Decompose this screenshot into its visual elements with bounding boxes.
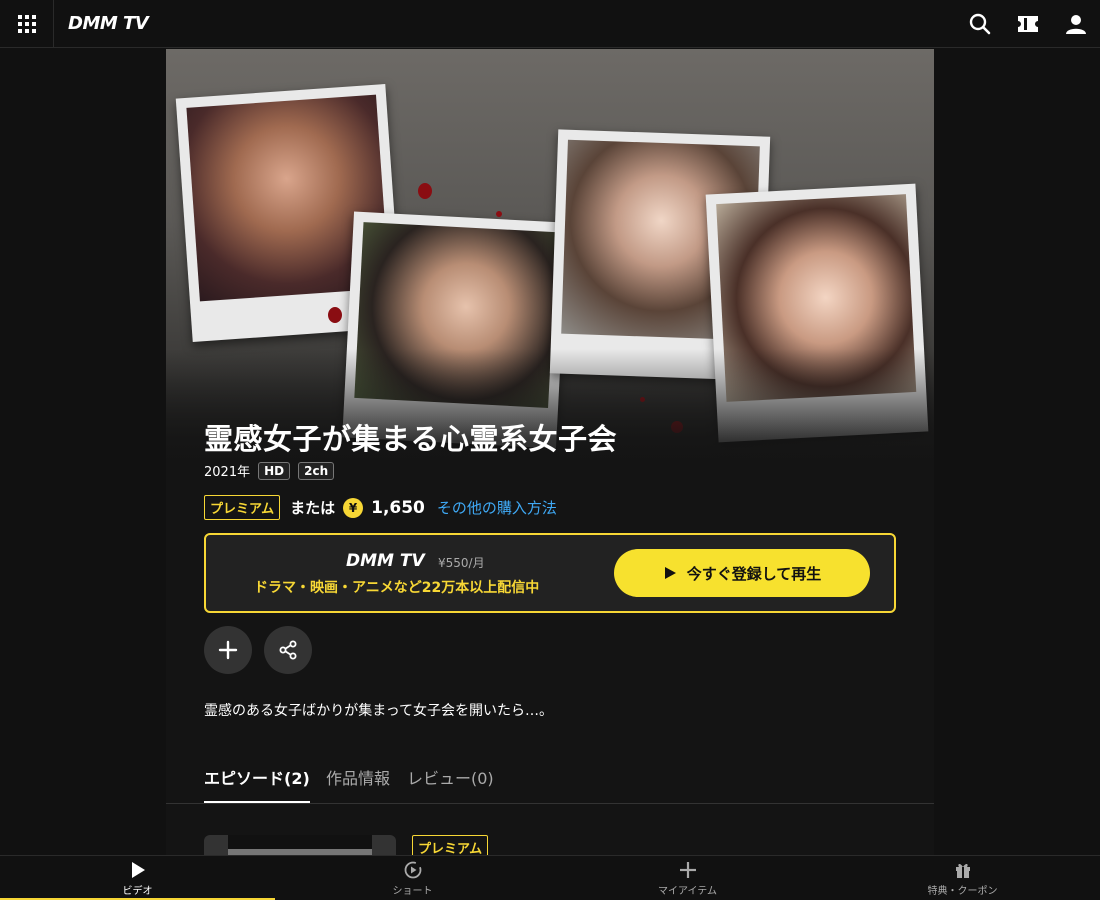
nav-video-label: ビデオ: [122, 885, 153, 897]
plus-icon: [218, 640, 238, 660]
nav-coupons-label: 特典・クーポン: [927, 885, 998, 897]
top-header: DMM TV: [0, 0, 1100, 48]
work-meta: 2021年 HD 2ch: [204, 461, 335, 480]
page-title: 霊感女子が集まる心霊系女子会: [204, 422, 618, 456]
gift-icon: [955, 863, 970, 878]
nav-short[interactable]: ショート: [275, 856, 550, 900]
short-play-icon: [404, 861, 421, 878]
release-year: 2021年: [204, 465, 251, 480]
promo-text: ドラマ・映画・アニメなど22万本以上配信中: [254, 580, 540, 596]
or-label: または: [290, 499, 336, 517]
nav-my-items-label: マイアイテム: [658, 885, 717, 897]
play-icon: [664, 567, 676, 579]
main-content: 霊感女子が集まる心霊系女子会 2021年 HD 2ch プレミアム または ¥ …: [166, 49, 934, 865]
ticket-icon: [1018, 16, 1038, 32]
share-icon: [279, 640, 297, 660]
share-button[interactable]: [264, 626, 312, 674]
user-icon: [1066, 15, 1086, 34]
premium-badge: プレミアム: [204, 495, 281, 520]
nav-short-label: ショート: [392, 885, 433, 897]
key-visual: [166, 49, 934, 479]
play-icon: [131, 861, 145, 878]
tab-work-info[interactable]: 作品情報: [326, 765, 390, 801]
subscribe-and-play-label: 今すぐ登録して再生: [686, 564, 822, 583]
audio-tag: 2ch: [298, 461, 335, 480]
plus-icon: [679, 861, 696, 878]
tab-reviews[interactable]: レビュー(0): [407, 765, 494, 801]
bottom-navigation: ビデオ ショート マイアイテム 特典・クーポン: [0, 855, 1100, 900]
tab-episodes[interactable]: エピソード(2): [204, 765, 310, 803]
content-tabs: エピソード(2) 作品情報 レビュー(0): [166, 761, 934, 804]
quality-tag: HD: [258, 461, 291, 480]
account-button[interactable]: [1062, 10, 1090, 38]
ticket-button[interactable]: [1014, 10, 1042, 38]
add-to-my-list-button[interactable]: [204, 626, 252, 674]
blood-drop: [496, 211, 502, 217]
grid-menu-button[interactable]: [0, 0, 54, 48]
purchase-price: 1,650: [371, 497, 425, 518]
dmm-tv-logo[interactable]: DMM TV: [68, 13, 149, 34]
work-description: 霊感のある女子ばかりが集まって女子会を開いたら…。: [204, 703, 554, 719]
nav-video[interactable]: ビデオ: [0, 856, 275, 900]
nav-coupons[interactable]: 特典・クーポン: [825, 856, 1100, 900]
blood-drop: [418, 183, 432, 199]
promo-dmm-tv-logo: DMM TV: [346, 551, 425, 571]
subscribe-and-play-button[interactable]: 今すぐ登録して再生: [614, 549, 870, 597]
search-icon: [969, 13, 991, 35]
grid-menu-icon: [17, 15, 36, 33]
other-purchase-link[interactable]: その他の購入方法: [437, 497, 557, 518]
search-button[interactable]: [966, 10, 994, 38]
blood-drop: [328, 307, 342, 323]
nav-my-items[interactable]: マイアイテム: [550, 856, 825, 900]
promo-monthly-price: ¥550/月: [438, 556, 485, 570]
price-row: プレミアム または ¥ 1,650 その他の購入方法: [204, 495, 557, 520]
yen-coin-icon: ¥: [343, 497, 364, 518]
subscription-promo: DMM TV ¥550/月 ドラマ・映画・アニメなど22万本以上配信中 今すぐ登…: [204, 533, 896, 613]
